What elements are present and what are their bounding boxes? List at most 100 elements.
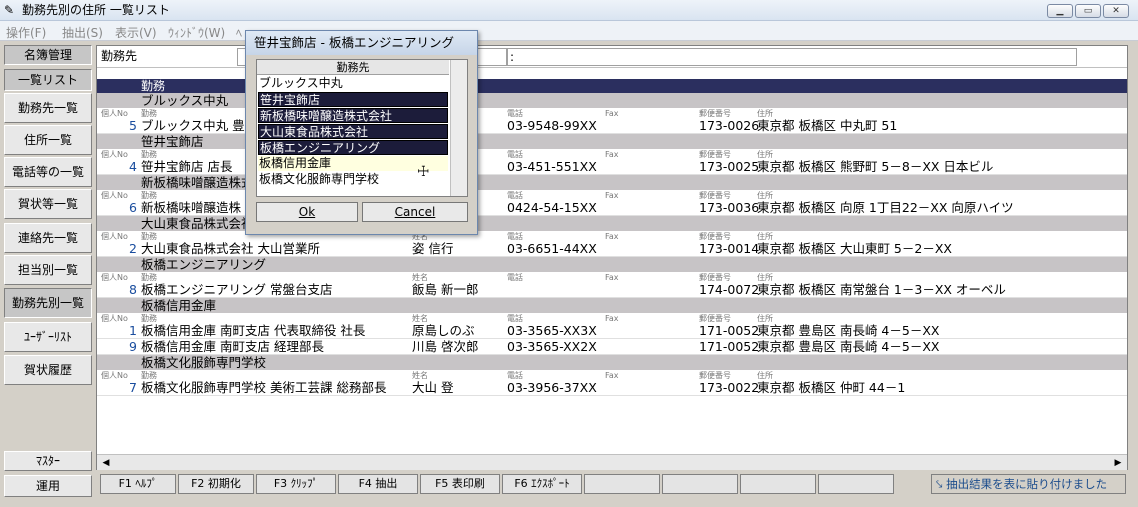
col-label-no: 個人No	[101, 191, 128, 200]
dialog-option[interactable]: 大山東食品株式会社	[258, 124, 448, 139]
cell-work: ブルックス中丸 豊島	[141, 118, 258, 133]
f1-help-button[interactable]: F1 ﾍﾙﾌﾟ	[100, 474, 176, 494]
cell-no: 7	[129, 380, 137, 395]
col-label-work: 勤務	[141, 191, 157, 200]
cell-tel: 03-6651-44XX	[507, 241, 597, 256]
sidebar-item-renraku[interactable]: 連絡先一覧	[4, 223, 92, 253]
cell-no: 8	[129, 282, 137, 297]
cell-no: 6	[129, 200, 137, 215]
sidebar-item-kinmusaki[interactable]: 勤務先一覧	[4, 93, 92, 123]
col-label-name: 姓名	[412, 273, 428, 282]
dialog-option[interactable]: 新板橋味噌醸造株式会社	[258, 108, 448, 123]
cell-addr: 東京都 板橋区 向原 1丁目22－XX 向原ハイツ	[757, 200, 1014, 215]
sidebar: 名簿管理 一覧リスト 勤務先一覧 住所一覧 電話等の一覧 賀状等一覧 連絡先一覧…	[4, 45, 92, 497]
menu-extract[interactable]: 抽出(S)	[62, 24, 103, 41]
close-button[interactable]: ✕	[1103, 4, 1129, 18]
col-label-name: 姓名	[412, 314, 428, 323]
column-labels: 個人No 勤務 姓名 電話 Fax 郵便番号 住所	[97, 314, 1127, 323]
group-row[interactable]: 板橋エンジニアリング	[97, 257, 1127, 273]
f6-export-button[interactable]: F6 ｴｸｽﾎﾟｰﾄ	[502, 474, 582, 494]
col-label-tel: 電話	[507, 371, 523, 380]
fkey-blank-2[interactable]	[662, 474, 738, 494]
sidebar-item-meibo[interactable]: 名簿管理	[4, 45, 92, 65]
sidebar-item-denwa[interactable]: 電話等の一覧	[4, 157, 92, 187]
col-label-name: 姓名	[412, 371, 428, 380]
sidebar-item-userlist[interactable]: ﾕｰｻﾞｰﾘｽﾄ	[4, 322, 92, 352]
title-bar: ✎ 勤務先別の住所 一覧リスト ▁ ▭ ✕	[0, 0, 1138, 21]
sidebar-item-gajo-rireki[interactable]: 賀状履歴	[4, 355, 92, 385]
group-row[interactable]: 板橋文化服飾専門学校	[97, 355, 1127, 371]
sidebar-item-list[interactable]: 一覧リスト	[4, 69, 92, 91]
column-labels: 個人No 勤務 姓名 電話 Fax 郵便番号 住所	[97, 273, 1127, 282]
dialog-listbox[interactable]: 勤務先 ブルックス中丸 笹井宝飾店 新板橋味噌醸造株式会社 大山東食品株式会社 板橋エン…	[256, 59, 468, 197]
dialog-list-header: 勤務先	[257, 60, 449, 75]
col-label-zip: 郵便番号	[699, 371, 731, 380]
dialog-option[interactable]: 笹井宝飾店	[258, 92, 448, 107]
col-label-addr: 住所	[757, 109, 773, 118]
col-label-tel: 電話	[507, 191, 523, 200]
col-label-fax: Fax	[605, 150, 619, 159]
ok-button[interactable]: Ok	[256, 202, 358, 222]
fkey-blank-4[interactable]	[818, 474, 894, 494]
sidebar-item-tanto[interactable]: 担当別一覧	[4, 255, 92, 285]
col-label-work: 勤務	[141, 232, 157, 241]
cell-work: 板橋エンジニアリング 常盤台支店	[141, 282, 333, 297]
fkey-blank-3[interactable]	[740, 474, 816, 494]
table-row[interactable]: 7 板橋文化服飾専門学校 美術工芸課 総務部長 大山 登 03-3956-37XX 17…	[97, 380, 1127, 396]
scroll-left-icon[interactable]: ◀	[99, 456, 113, 470]
col-label-work: 勤務	[141, 109, 157, 118]
fkey-blank-1[interactable]	[584, 474, 660, 494]
menu-window[interactable]: ｳｨﾝﾄﾞｳ(W)	[168, 24, 225, 41]
cell-tel: 03-451-551XX	[507, 159, 597, 174]
sidebar-item-unyo[interactable]: 運用	[4, 475, 92, 497]
menu-operation[interactable]: 操作(F)	[6, 24, 46, 41]
f3-clip-button[interactable]: F3 ｸﾘｯﾌﾟ	[256, 474, 336, 494]
f5-print-button[interactable]: F5 表印刷	[420, 474, 500, 494]
cell-work: 新板橋味噌醸造株	[141, 200, 242, 215]
table-row[interactable]: 9 板橋信用金庫 南町支店 経理部長 川島 啓次郎 03-3565-XX2X 171-0…	[97, 339, 1127, 355]
sidebar-item-gajo[interactable]: 賀状等一覧	[4, 189, 92, 219]
cell-addr: 東京都 板橋区 大山東町 5－2－XX	[757, 241, 952, 256]
menu-view[interactable]: 表示(V)	[115, 24, 157, 41]
menu-help[interactable]: ﾍ	[236, 24, 242, 41]
col-label-tel: 電話	[507, 150, 523, 159]
mouse-cursor-icon: ☩	[417, 164, 430, 180]
dialog-title: 笹井宝飾店 - 板橋エンジニアリング	[246, 31, 477, 55]
col-label-addr: 住所	[757, 232, 773, 241]
cell-work: 板橋文化服飾専門学校 美術工芸課 総務部長	[141, 380, 387, 395]
col-label-no: 個人No	[101, 150, 128, 159]
group-name: 板橋エンジニアリング	[141, 257, 267, 272]
cell-work: 板橋信用金庫 南町支店 代表取締役 社長	[141, 323, 366, 338]
minimize-button[interactable]: ▁	[1047, 4, 1073, 18]
dialog-option[interactable]: 板橋エンジニアリング	[258, 140, 448, 155]
cell-addr: 東京都 板橋区 熊野町 5－8－XX 日本ビル	[757, 159, 994, 174]
scroll-right-icon[interactable]: ▶	[1111, 456, 1125, 470]
dialog-scrollbar[interactable]	[450, 60, 467, 196]
f2-init-button[interactable]: F2 初期化	[178, 474, 254, 494]
f4-extract-button[interactable]: F4 抽出	[338, 474, 418, 494]
restore-button[interactable]: ▭	[1075, 4, 1101, 18]
col-label-work: 勤務	[141, 314, 157, 323]
col-label-no: 個人No	[101, 314, 128, 323]
app-icon: ✎	[4, 3, 15, 17]
cell-work: 笹井宝飾店 店長	[141, 159, 233, 174]
filter-input-to[interactable]: :	[507, 48, 1077, 66]
col-label-fax: Fax	[605, 109, 619, 118]
table-row[interactable]: 1 板橋信用金庫 南町支店 代表取締役 社長 原島しのぶ 03-3565-XX3X 17…	[97, 323, 1127, 339]
horizontal-scrollbar[interactable]: ◀ ▶	[97, 454, 1127, 470]
col-label-addr: 住所	[757, 371, 773, 380]
sidebar-item-master[interactable]: ﾏｽﾀｰ	[4, 451, 92, 471]
cell-name: 原島しのぶ	[412, 323, 475, 338]
cell-tel: 03-3565-XX3X	[507, 323, 597, 338]
sidebar-item-jusho[interactable]: 住所一覧	[4, 125, 92, 155]
group-row[interactable]: 板橋信用金庫	[97, 298, 1127, 314]
col-label-no: 個人No	[101, 232, 128, 241]
dialog-option[interactable]: ブルックス中丸	[258, 76, 448, 91]
col-label-fax: Fax	[605, 371, 619, 380]
table-row[interactable]: 2 大山東食品株式会社 大山営業所 姿 信行 03-6651-44XX 173-0014…	[97, 241, 1127, 257]
group-name: 笹井宝飾店	[141, 134, 204, 149]
table-row[interactable]: 8 板橋エンジニアリング 常盤台支店 飯島 新一郎 174-0072 東京都 板橋区 南…	[97, 282, 1127, 298]
sidebar-item-kinmusakibetsu[interactable]: 勤務先別一覧	[4, 288, 92, 318]
col-label-tel: 電話	[507, 314, 523, 323]
cancel-button[interactable]: Cancel	[362, 202, 468, 222]
